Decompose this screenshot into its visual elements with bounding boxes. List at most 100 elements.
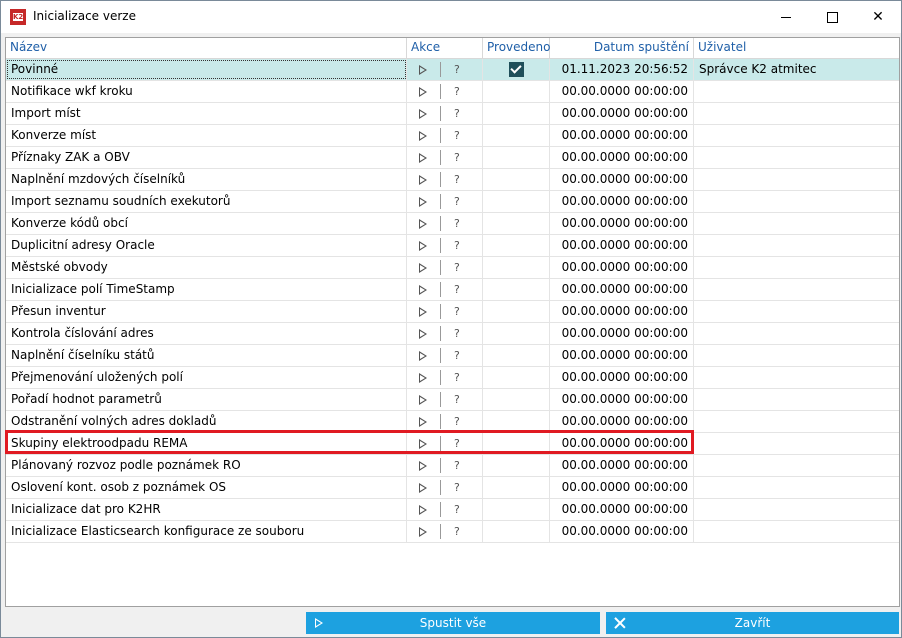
table-row[interactable]: Kontrola číslování adres? 00.00.0000 00:0… <box>6 323 899 345</box>
row-name: Naplnění číselníku států <box>6 345 407 366</box>
table-row[interactable]: Pořadí hodnot parametrů? 00.00.0000 00:00… <box>6 389 899 411</box>
close-label: Zavřít <box>734 616 771 630</box>
table-row[interactable]: Přejmenování uložených polí? 00.00.0000 0… <box>6 367 899 389</box>
table-row[interactable]: Import míst? 00.00.0000 00:00:00 <box>6 103 899 125</box>
run-action-icon[interactable] <box>419 109 427 119</box>
table-row[interactable]: Příznaky ZAK a OBV? 00.00.0000 00:00:00 <box>6 147 899 169</box>
table-row[interactable]: Konverze míst? 00.00.0000 00:00:00 <box>6 125 899 147</box>
run-action-icon[interactable] <box>419 329 427 339</box>
row-actions: ? <box>407 367 483 388</box>
help-action-icon[interactable]: ? <box>454 301 460 322</box>
run-action-icon[interactable] <box>419 219 427 229</box>
help-action-icon[interactable]: ? <box>454 125 460 146</box>
row-actions: ? <box>407 103 483 124</box>
help-action-icon[interactable]: ? <box>454 81 460 102</box>
close-window-button[interactable]: ✕ <box>855 1 901 33</box>
row-user <box>694 213 899 234</box>
table-row[interactable]: Duplicitní adresy Oracle? 00.00.0000 00:0… <box>6 235 899 257</box>
run-action-icon[interactable] <box>419 461 427 471</box>
minimize-icon <box>781 16 791 18</box>
help-action-icon[interactable]: ? <box>454 213 460 234</box>
help-action-icon[interactable]: ? <box>454 59 460 80</box>
help-action-icon[interactable]: ? <box>454 235 460 256</box>
help-action-icon[interactable]: ? <box>454 499 460 520</box>
table-row[interactable]: Městské obvody? 00.00.0000 00:00:00 <box>6 257 899 279</box>
grid-header: Název Akce Provedeno Datum spuštění Uživ… <box>6 38 899 59</box>
row-user <box>694 411 899 432</box>
table-row[interactable]: Plánovaný rozvoz podle poznámek RO? 00.00… <box>6 455 899 477</box>
action-separator <box>440 304 441 319</box>
column-header-done[interactable]: Provedeno <box>483 38 550 58</box>
run-action-icon[interactable] <box>419 527 427 537</box>
help-action-icon[interactable]: ? <box>454 279 460 300</box>
help-action-icon[interactable]: ? <box>454 411 460 432</box>
run-action-icon[interactable] <box>419 87 427 97</box>
help-action-icon[interactable]: ? <box>454 169 460 190</box>
run-action-icon[interactable] <box>419 153 427 163</box>
run-action-icon[interactable] <box>419 417 427 427</box>
run-action-icon[interactable] <box>419 197 427 207</box>
column-header-action[interactable]: Akce <box>407 38 483 58</box>
table-row[interactable]: Naplnění mzdových číselníků? 00.00.0000 0… <box>6 169 899 191</box>
column-header-name[interactable]: Název <box>6 38 407 58</box>
help-action-icon[interactable]: ? <box>454 477 460 498</box>
help-action-icon[interactable]: ? <box>454 433 460 454</box>
run-action-icon[interactable] <box>419 285 427 295</box>
run-action-icon[interactable] <box>419 241 427 251</box>
run-action-icon[interactable] <box>419 175 427 185</box>
table-row[interactable]: Inicializace dat pro K2HR? 00.00.0000 00:… <box>6 499 899 521</box>
help-action-icon[interactable]: ? <box>454 323 460 344</box>
run-action-icon[interactable] <box>419 65 427 75</box>
help-action-icon[interactable]: ? <box>454 521 460 542</box>
run-action-icon[interactable] <box>419 439 427 449</box>
row-date: 00.00.0000 00:00:00 <box>550 521 694 542</box>
help-action-icon[interactable]: ? <box>454 103 460 124</box>
help-action-icon[interactable]: ? <box>454 191 460 212</box>
action-separator <box>440 62 441 77</box>
run-action-icon[interactable] <box>419 373 427 383</box>
table-row[interactable]: Přesun inventur? 00.00.0000 00:00:00 <box>6 301 899 323</box>
help-action-icon[interactable]: ? <box>454 455 460 476</box>
table-row[interactable]: Notifikace wkf kroku? 00.00.0000 00:00:00 <box>6 81 899 103</box>
run-action-icon[interactable] <box>419 395 427 405</box>
action-separator <box>440 106 441 121</box>
help-action-icon[interactable]: ? <box>454 345 460 366</box>
help-action-icon[interactable]: ? <box>454 257 460 278</box>
table-row[interactable]: Odstranění volných adres dokladů? 00.00.0… <box>6 411 899 433</box>
run-action-icon[interactable] <box>419 307 427 317</box>
column-header-user[interactable]: Uživatel <box>694 38 899 58</box>
table-row[interactable]: Naplnění číselníku států? 00.00.0000 00:0… <box>6 345 899 367</box>
table-row[interactable]: Oslovení kont. osob z poznámek OS? 00.00.… <box>6 477 899 499</box>
close-button[interactable]: Zavřít <box>606 612 899 634</box>
maximize-icon <box>826 11 838 23</box>
table-row[interactable]: Inicializace polí TimeStamp? 00.00.0000 0… <box>6 279 899 301</box>
minimize-button[interactable] <box>763 1 809 33</box>
row-actions: ? <box>407 191 483 212</box>
help-action-icon[interactable]: ? <box>454 367 460 388</box>
row-done <box>483 257 550 278</box>
table-row[interactable]: Inicializace Elasticsearch konfigurace z… <box>6 521 899 543</box>
table-row[interactable]: Povinné? 01.11.2023 20:56:52 Správce K2 at… <box>6 59 899 81</box>
row-actions: ? <box>407 279 483 300</box>
title-bar[interactable]: Inicializace verze ✕ <box>1 1 901 33</box>
run-action-icon[interactable] <box>419 505 427 515</box>
run-all-button[interactable]: Spustit vše <box>306 612 600 634</box>
row-actions: ? <box>407 147 483 168</box>
row-user <box>694 345 899 366</box>
row-user <box>694 301 899 322</box>
column-header-date[interactable]: Datum spuštění <box>550 38 694 58</box>
row-done <box>483 169 550 190</box>
run-action-icon[interactable] <box>419 263 427 273</box>
help-action-icon[interactable]: ? <box>454 389 460 410</box>
table-row[interactable]: Skupiny elektroodpadu REMA? 00.00.0000 00… <box>6 433 899 455</box>
run-action-icon[interactable] <box>419 351 427 361</box>
run-action-icon[interactable] <box>419 483 427 493</box>
row-actions: ? <box>407 433 483 454</box>
table-row[interactable]: Import seznamu soudních exekutorů? 00.00.… <box>6 191 899 213</box>
run-action-icon[interactable] <box>419 131 427 141</box>
row-user: Správce K2 atmitec <box>699 62 817 76</box>
version-init-grid[interactable]: Název Akce Provedeno Datum spuštění Uživ… <box>5 37 900 607</box>
table-row[interactable]: Konverze kódů obcí? 00.00.0000 00:00:00 <box>6 213 899 235</box>
help-action-icon[interactable]: ? <box>454 147 460 168</box>
maximize-button[interactable] <box>809 1 855 33</box>
